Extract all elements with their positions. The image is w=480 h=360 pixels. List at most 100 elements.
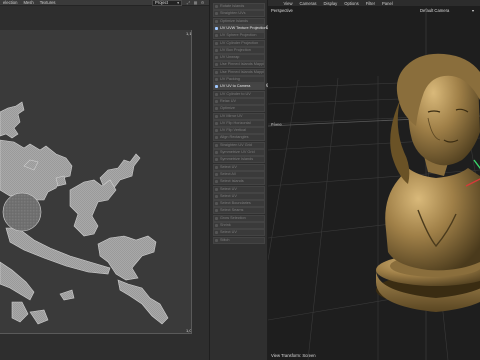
- floor-grid: [268, 71, 480, 360]
- tool-item[interactable]: Stitch: [213, 236, 265, 244]
- tool-item[interactable]: Select UV: [213, 192, 265, 200]
- tool-icon: [215, 78, 218, 81]
- plane-label: Plane: [271, 122, 282, 127]
- tool-icon: [215, 12, 218, 16]
- tool-item[interactable]: UV Flip Horizontal: [213, 119, 265, 127]
- chevron-down-icon: ▾: [177, 1, 179, 5]
- camera-label[interactable]: Default Camera: [420, 8, 449, 13]
- tool-item-label: UV UVW Texture Projection: [220, 25, 267, 30]
- tool-item[interactable]: Align Rectangles: [213, 134, 265, 142]
- menu-panel[interactable]: Panel: [379, 1, 397, 6]
- tool-icon: [215, 99, 218, 103]
- grid-icon[interactable]: ▦: [193, 0, 198, 6]
- projection-label[interactable]: Perspective: [271, 8, 293, 13]
- menu-mesh[interactable]: Mesh: [20, 0, 36, 5]
- tool-item[interactable]: UV Mirror UV: [213, 112, 265, 120]
- tool-item[interactable]: Symmetrize Islands: [213, 156, 265, 164]
- tool-item[interactable]: Select Islands: [213, 178, 265, 186]
- menu-selection[interactable]: election: [0, 0, 20, 5]
- tool-item-label: Select All: [220, 171, 236, 176]
- tool-icon: [215, 202, 218, 206]
- menu-cameras[interactable]: Cameras: [296, 1, 320, 6]
- tool-item[interactable]: Straighten UV Grid: [213, 141, 265, 149]
- tool-icon: [215, 187, 218, 191]
- tool-item-label: Stitch: [220, 237, 230, 242]
- tool-item[interactable]: UV Box Projection: [213, 46, 265, 54]
- tool-item[interactable]: UV Unwrap: [213, 54, 265, 62]
- uv-island: [0, 101, 25, 139]
- tool-item[interactable]: Select UV: [213, 185, 265, 193]
- tool-item[interactable]: UV Cylinder to UV: [213, 90, 265, 98]
- tool-item-label: Select UV: [220, 193, 237, 198]
- uv-island: [59, 289, 75, 301]
- tool-item-label: Symmetrize UV Grid: [220, 150, 255, 154]
- tool-icon: [215, 63, 218, 67]
- viewport-menubar: View Cameras Display Options Filter Pane…: [268, 0, 480, 6]
- tool-icon: [215, 180, 218, 184]
- tool-icon: [215, 158, 218, 162]
- tool-item[interactable]: UV Sphere Projection: [213, 32, 265, 40]
- tool-item[interactable]: UV Cylinder Projection: [213, 39, 265, 47]
- tool-item[interactable]: UV Flip Vertical: [213, 127, 265, 135]
- tool-item[interactable]: Use Pinned Islands Mapping: [213, 61, 265, 69]
- menu-filter[interactable]: Filter: [362, 1, 378, 6]
- tool-item-label: Shrink: [220, 223, 231, 227]
- tool-icon: [215, 41, 218, 45]
- tool-item[interactable]: UV Packing: [213, 76, 265, 83]
- tool-item-label: Select Seams: [220, 208, 244, 213]
- project-select[interactable]: Project ▾: [152, 0, 182, 6]
- menu-textures[interactable]: Textures: [37, 0, 59, 5]
- tool-icon: [215, 114, 218, 118]
- tool-icon: [215, 5, 218, 8]
- menu-view[interactable]: View: [280, 1, 296, 6]
- tool-item[interactable]: Rotate Islands: [213, 3, 265, 10]
- tool-icon: [215, 238, 218, 242]
- tool-icon: [215, 85, 218, 89]
- tool-item[interactable]: Select All: [213, 170, 265, 178]
- tool-item-label: Use Pinned Islands Mapping: [220, 62, 265, 67]
- expand-icon[interactable]: ⤢: [186, 0, 191, 6]
- 3d-viewport[interactable]: View Cameras Display Options Filter Pane…: [268, 0, 480, 360]
- transform-gizmo: [465, 159, 480, 187]
- uv-island: [69, 179, 117, 237]
- tool-item[interactable]: Select UV: [213, 163, 265, 171]
- tool-item[interactable]: Optimize: [213, 105, 265, 113]
- tool-item[interactable]: Symmetrize UV Grid: [213, 149, 265, 156]
- tool-icon: [215, 224, 218, 227]
- uv-canvas[interactable]: 1,1 1,0: [0, 30, 192, 334]
- tool-item[interactable]: UV UVW Texture Projection⚙: [213, 24, 270, 32]
- menu-options[interactable]: Options: [341, 1, 362, 6]
- menu-display[interactable]: Display: [320, 1, 341, 6]
- tool-icon: [215, 107, 218, 111]
- tool-item-label: Straighten UVs: [220, 11, 246, 16]
- tool-icon: [215, 129, 218, 133]
- tool-item-label: Optimize: [220, 106, 235, 111]
- tool-item[interactable]: Relax UV: [213, 97, 265, 105]
- view-transform-label: View Transform: Screen: [271, 353, 316, 358]
- uv-island: [117, 279, 169, 325]
- tool-item-label: UV Cylinder Projection: [220, 40, 259, 45]
- tool-item-label: UV UV to Camera: [220, 84, 251, 89]
- tool-item[interactable]: Optimize Islands: [213, 17, 265, 25]
- bust-model: [376, 53, 480, 312]
- camera-menu-icon[interactable]: ▾: [472, 8, 474, 13]
- tool-item[interactable]: Select Boundaries: [213, 200, 265, 208]
- tool-icon: [215, 48, 218, 52]
- tool-icon: [215, 143, 218, 147]
- uv-tools-panel: Rotate Islands Straighten UVs Optimize Isl…: [209, 0, 270, 360]
- tool-icon: [215, 165, 218, 169]
- tool-item[interactable]: Straighten UVs: [213, 10, 265, 18]
- settings-icon[interactable]: ⚙: [200, 0, 205, 6]
- tool-item[interactable]: Use Pinned Islands Mapping: [213, 68, 265, 76]
- tool-item-label: Select UV: [220, 164, 237, 169]
- tool-item-label: UV Flip Horizontal: [220, 120, 251, 125]
- tool-item[interactable]: Select Seams: [213, 207, 265, 215]
- tool-item[interactable]: Select UV: [213, 229, 265, 237]
- tool-item-label: Select UV: [220, 230, 237, 235]
- tool-item-label: UV Flip Vertical: [220, 128, 246, 133]
- tool-item[interactable]: Grow Selection: [213, 214, 265, 222]
- tool-item[interactable]: UV UV to Camera⚙: [213, 83, 270, 91]
- uv-corner-bottom-right: 1,0: [186, 328, 192, 333]
- tool-icon: [215, 92, 218, 96]
- tool-item[interactable]: Shrink: [213, 222, 265, 229]
